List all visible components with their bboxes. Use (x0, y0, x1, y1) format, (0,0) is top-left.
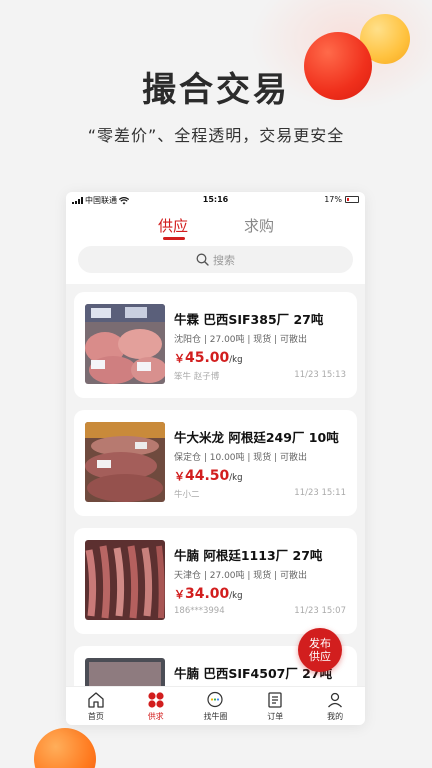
listing-seller: 牛小二 (174, 490, 200, 500)
fab-line2: 供应 (309, 650, 331, 663)
price-unit: /kg (229, 591, 243, 601)
listing-price: ￥45.00/kg (174, 347, 242, 366)
price-unit: /kg (229, 473, 243, 483)
tab-home[interactable]: 首页 (66, 687, 126, 725)
tab-profile-label: 我的 (327, 712, 344, 721)
listing-meta: 天津仓 | 27.00吨 | 现货 | 可散出 (174, 571, 308, 581)
order-icon (268, 692, 282, 708)
tab-supply-demand[interactable]: 供求 (126, 687, 186, 725)
tab-profile[interactable]: 我的 (305, 687, 365, 725)
profile-icon (328, 692, 343, 708)
listing-seller: 笨牛 赵子博 (174, 372, 220, 382)
listing-time: 11/23 15:11 (294, 488, 346, 498)
search-input[interactable]: 搜索 (78, 246, 353, 273)
hero-title: 撮合交易 (142, 70, 290, 110)
search-placeholder: 搜索 (213, 253, 235, 267)
list-item[interactable]: 牛大米龙 阿根廷249厂 10吨 保定仓 | 10.00吨 | 现货 | 可散出… (74, 410, 357, 516)
price-value: 34.00 (185, 586, 230, 602)
tab-circle-label: 找牛圈 (203, 712, 228, 721)
listing-meta: 保定仓 | 10.00吨 | 现货 | 可散出 (174, 453, 308, 463)
price-unit: /kg (229, 355, 243, 365)
tab-supply[interactable]: 供应 (158, 215, 188, 236)
listing-time: 11/23 15:13 (294, 370, 346, 380)
list-item[interactable]: 牛腩 阿根廷1113厂 27吨 天津仓 | 27.00吨 | 现货 | 可散出 … (74, 528, 357, 634)
list-item[interactable]: 牛霖 巴西SIF385厂 27吨 沈阳仓 | 27.00吨 | 现货 | 可散出… (74, 292, 357, 398)
tab-circle[interactable]: 找牛圈 (186, 687, 246, 725)
status-right: 17% (324, 195, 359, 204)
phone-screen: 中国联通 15:16 17% 供应 求购 搜索 牛霖 巴西SIF385厂 27吨… (66, 192, 365, 725)
listing-title: 牛霖 巴西SIF385厂 27吨 (174, 312, 324, 327)
supply-demand-icon (148, 692, 164, 708)
fab-line1: 发布 (309, 637, 331, 650)
listing-title: 牛腩 阿根廷1113厂 27吨 (174, 548, 323, 563)
top-header: 供应 求购 搜索 (66, 207, 365, 284)
tab-demand[interactable]: 求购 (244, 215, 274, 236)
price-currency: ￥ (174, 352, 185, 365)
tab-orders[interactable]: 订单 (245, 687, 305, 725)
status-bar: 中国联通 15:16 17% (66, 192, 365, 207)
product-image (85, 540, 165, 620)
battery-percent: 17% (324, 195, 342, 204)
search-icon (196, 253, 209, 266)
price-currency: ￥ (174, 588, 185, 601)
circle-chat-icon (207, 691, 224, 708)
decorative-orange-ball (34, 728, 96, 768)
price-value: 44.50 (185, 468, 230, 484)
listing-title: 牛大米龙 阿根廷249厂 10吨 (174, 430, 339, 445)
product-image (85, 304, 165, 384)
tab-orders-label: 订单 (267, 712, 284, 721)
listing-meta: 沈阳仓 | 27.00吨 | 现货 | 可散出 (174, 335, 308, 345)
listing-price: ￥44.50/kg (174, 465, 242, 484)
status-time: 15:16 (202, 195, 229, 204)
home-icon (88, 692, 104, 708)
product-image (85, 422, 165, 502)
price-value: 45.00 (185, 350, 230, 366)
price-currency: ￥ (174, 470, 185, 483)
listing-time: 11/23 15:07 (294, 606, 346, 616)
active-tab-indicator (163, 237, 185, 240)
battery-icon (345, 196, 359, 203)
tab-home-label: 首页 (87, 712, 104, 721)
publish-supply-button[interactable]: 发布 供应 (298, 628, 342, 672)
hero-subtitle: “零差价”、全程透明，交易更安全 (87, 126, 345, 145)
listing-seller: 186***3994 (174, 606, 225, 616)
listing-price: ￥34.00/kg (174, 583, 242, 602)
tab-supply-demand-label: 供求 (147, 712, 164, 721)
bottom-tabbar: 首页 供求 找牛圈 订单 我的 (66, 686, 365, 725)
